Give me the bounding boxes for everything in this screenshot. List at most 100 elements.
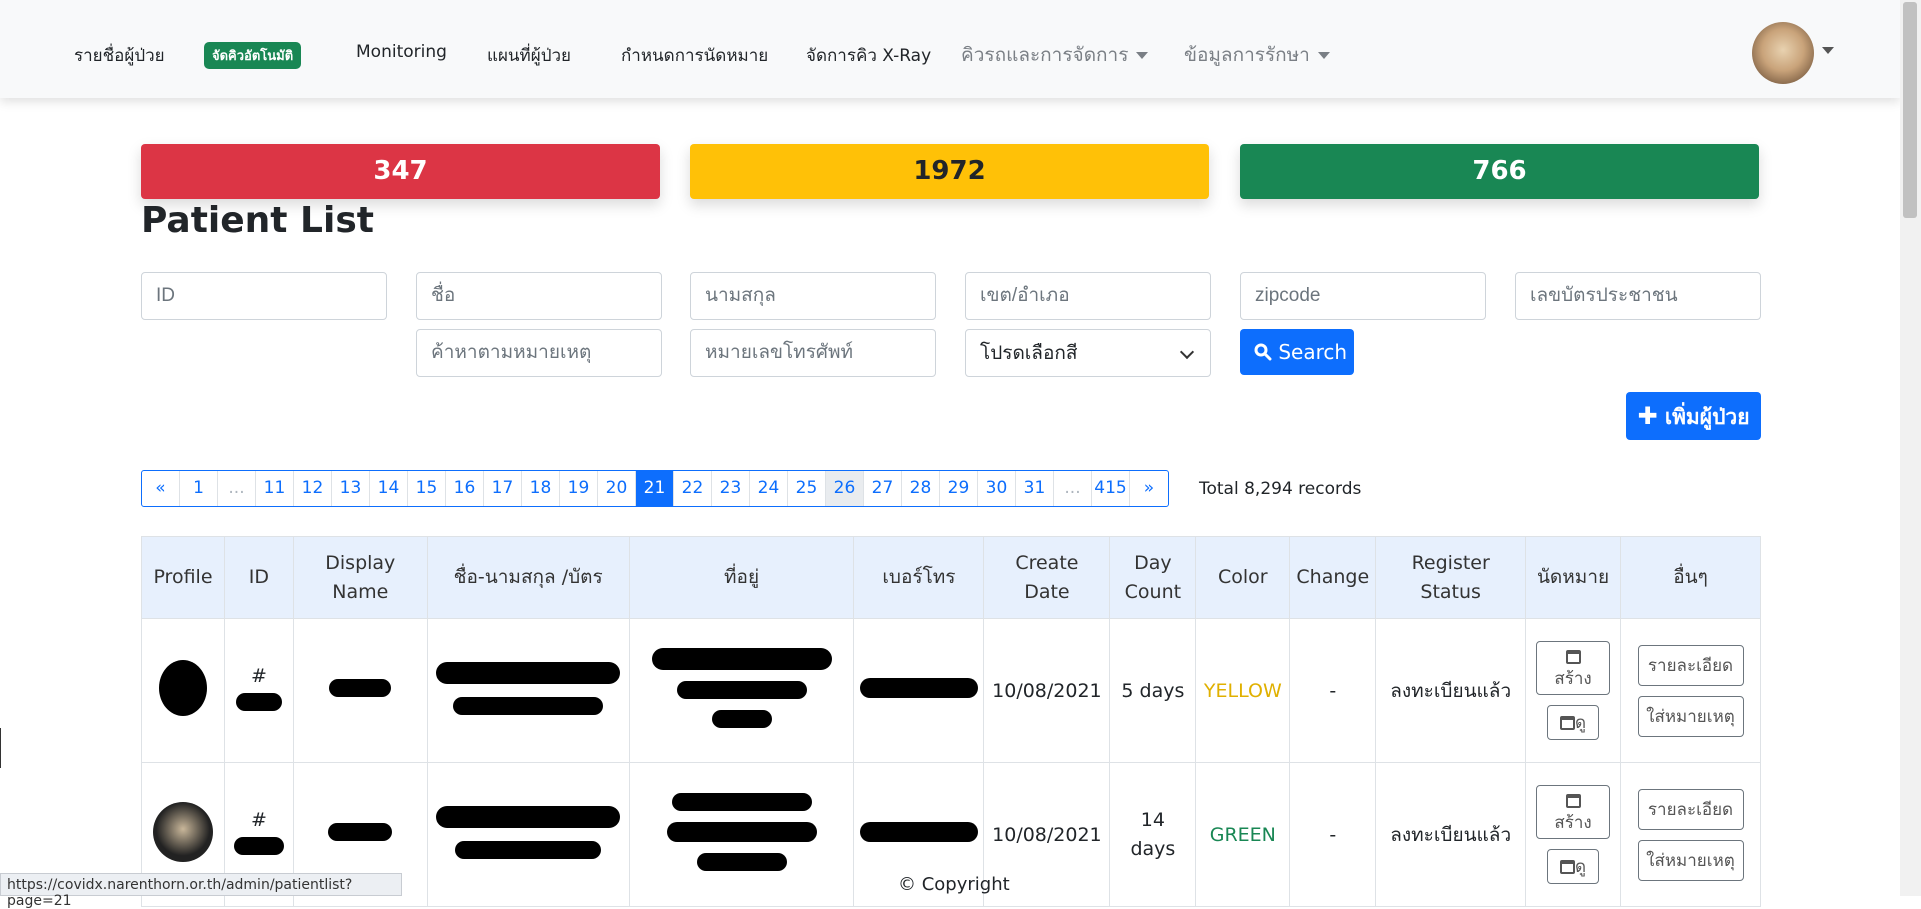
pagination-page[interactable]: 25	[788, 471, 826, 506]
appointment-cell: สร้าง ดู	[1525, 762, 1621, 907]
pagination-page: ...	[1054, 471, 1092, 506]
pagination-page[interactable]: 22	[674, 471, 712, 506]
search-button-label: Search	[1278, 340, 1348, 364]
calendar-icon	[1565, 794, 1581, 808]
color-select[interactable]: โปรดเลือกสี	[965, 329, 1211, 377]
avatar[interactable]	[1752, 22, 1814, 84]
zipcode-input[interactable]	[1240, 272, 1486, 320]
add-patient-button[interactable]: ✚ เพิ่มผู้ป่วย	[1626, 392, 1761, 440]
display-name-cell	[292, 618, 428, 763]
redacted-block	[436, 661, 621, 684]
pagination-page[interactable]: 11	[256, 471, 294, 506]
stat-yellow: 1972	[690, 144, 1209, 199]
navbar: รายชื่อผู้ป่วย จัดคิวอัตโนมัติ Monitorin…	[0, 0, 1900, 98]
nav-xray-queue[interactable]: จัดการคิว X-Ray	[806, 42, 931, 69]
redacted-block	[328, 823, 393, 841]
pagination-page[interactable]: 31	[1016, 471, 1054, 506]
day-count-cell: 5 days	[1109, 618, 1197, 763]
redacted-block	[455, 840, 602, 859]
create-appointment-button[interactable]: สร้าง	[1536, 641, 1611, 695]
change-cell: -	[1289, 762, 1377, 907]
pagination-page[interactable]: 26	[826, 471, 864, 506]
pagination-page[interactable]: 30	[978, 471, 1016, 506]
pagination-page[interactable]: 23	[712, 471, 750, 506]
add-note-button[interactable]: ใส่หมายเหตุ	[1637, 839, 1744, 881]
pagination-page[interactable]: 28	[902, 471, 940, 506]
redacted-block	[859, 678, 978, 698]
address-cell	[628, 618, 855, 763]
search-button[interactable]: Search	[1240, 329, 1354, 375]
patient-table: Profile ID Display Name ชื่อ-นามสกุล /บัตรท…	[141, 536, 1761, 907]
pagination-page[interactable]: 20	[598, 471, 636, 506]
avatar	[158, 660, 207, 716]
pagination-page[interactable]: 1	[180, 471, 218, 506]
nav-appointment-schedule[interactable]: กำหนดการนัดหมาย	[621, 42, 768, 69]
redacted-block	[666, 822, 817, 842]
column-header: Create Date	[983, 536, 1111, 619]
pagination-page[interactable]: 21	[636, 471, 674, 506]
row-id: #	[250, 665, 267, 687]
footer-copyright: © Copyright	[898, 874, 1010, 895]
pagination-page[interactable]: 24	[750, 471, 788, 506]
pagination-page[interactable]: 17	[484, 471, 522, 506]
redacted-block	[651, 648, 832, 670]
pagination: «1... 11 12 13 14 15 16 17 18 19 20 21 22 23 24 25 26 27 2…	[141, 470, 1169, 507]
column-header: Register Status	[1375, 536, 1527, 619]
nav-vehicle-dropdown[interactable]: คิวรถและการจัดการ	[961, 40, 1149, 70]
nav-auto-queue-badge[interactable]: จัดคิวอัตโนมัติ	[204, 42, 302, 69]
page-title: Patient List	[141, 200, 374, 241]
redacted-block	[235, 693, 282, 711]
create-appointment-button[interactable]: สร้าง	[1536, 785, 1611, 839]
redacted-block	[329, 679, 392, 697]
pagination-page[interactable]: 18	[522, 471, 560, 506]
view-appointment-button[interactable]: ดู	[1547, 705, 1600, 740]
column-header: ชื่อ-นามสกุล /บัตร	[426, 536, 630, 619]
scrollbar-thumb[interactable]	[1903, 2, 1917, 218]
pagination-page[interactable]: 27	[864, 471, 902, 506]
column-header: นัดหมาย	[1525, 536, 1621, 619]
calendar-icon	[1565, 650, 1581, 664]
first-name-input[interactable]	[416, 272, 662, 320]
note-search-input[interactable]	[416, 329, 662, 377]
pagination-page[interactable]: 12	[294, 471, 332, 506]
pagination-prev[interactable]: «	[142, 471, 180, 506]
register-status-cell: ลงทะเบียนแล้ว	[1375, 618, 1527, 763]
column-header: Color	[1195, 536, 1291, 619]
calendar-icon	[1560, 860, 1575, 874]
view-appointment-button[interactable]: ดู	[1547, 849, 1600, 884]
pagination-page[interactable]: 13	[332, 471, 370, 506]
district-input[interactable]	[965, 272, 1211, 320]
nav-treatment-label: ข้อมูลการรักษา	[1184, 44, 1310, 66]
chevron-down-icon[interactable]	[1822, 47, 1834, 54]
pagination-page[interactable]: 14	[370, 471, 408, 506]
details-button[interactable]: รายละเอียด	[1637, 788, 1744, 830]
chevron-down-icon	[1136, 52, 1149, 59]
id-input[interactable]	[141, 272, 387, 320]
add-note-button[interactable]: ใส่หมายเหตุ	[1637, 695, 1744, 737]
phone-input[interactable]	[690, 329, 936, 377]
change-cell: -	[1289, 618, 1377, 763]
name-cell	[426, 618, 630, 763]
pagination-page[interactable]: 415	[1092, 471, 1130, 506]
pagination-page[interactable]: 19	[560, 471, 598, 506]
nav-patient-list[interactable]: รายชื่อผู้ป่วย	[74, 42, 165, 69]
appointment-cell: สร้าง ดู	[1525, 618, 1621, 763]
citizen-id-input[interactable]	[1515, 272, 1761, 320]
details-button[interactable]: รายละเอียด	[1637, 644, 1744, 686]
nav-monitoring[interactable]: Monitoring	[356, 42, 447, 62]
pagination-page[interactable]: 16	[446, 471, 484, 506]
nav-patient-map[interactable]: แผนที่ผู้ป่วย	[487, 42, 571, 69]
redacted-block	[676, 681, 807, 699]
total-records: Total 8,294 records	[1199, 479, 1362, 499]
redacted-block	[859, 822, 978, 842]
chevron-down-icon	[1179, 344, 1195, 360]
create-appointment-label: สร้าง	[1554, 813, 1592, 833]
calendar-icon	[1560, 716, 1575, 730]
nav-treatment-dropdown[interactable]: ข้อมูลการรักษา	[1184, 40, 1330, 70]
pagination-page[interactable]: 29	[940, 471, 978, 506]
column-header: ที่อยู่	[628, 536, 855, 619]
pagination-next[interactable]: »	[1130, 471, 1168, 506]
last-name-input[interactable]	[690, 272, 936, 320]
column-header: อื่นๆ	[1620, 536, 1761, 619]
pagination-page[interactable]: 15	[408, 471, 446, 506]
